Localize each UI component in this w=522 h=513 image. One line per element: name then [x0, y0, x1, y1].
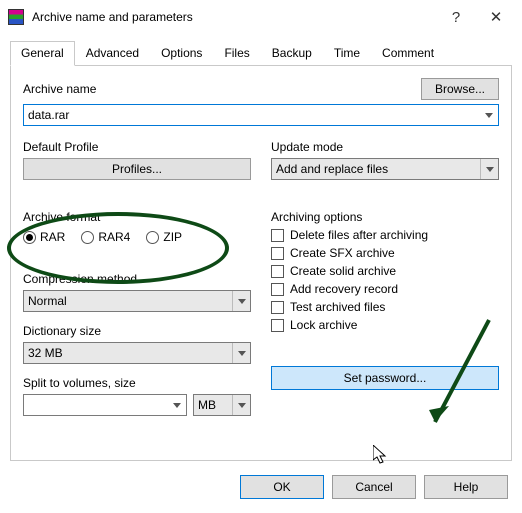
chevron-down-icon[interactable] — [232, 291, 250, 311]
window-title: Archive name and parameters — [32, 10, 436, 24]
radio-icon — [23, 231, 36, 244]
set-password-button[interactable]: Set password... — [271, 366, 499, 390]
chevron-down-icon[interactable] — [232, 395, 250, 415]
tab-general[interactable]: General — [10, 41, 75, 66]
checkbox-icon — [271, 265, 284, 278]
dialog-window: Archive name and parameters ? ✕ General … — [0, 0, 522, 513]
compression-method-select[interactable] — [23, 290, 251, 312]
radio-icon — [146, 231, 159, 244]
right-column: Update mode Archiving options Delete fil… — [271, 140, 499, 416]
tab-panel-general: Archive name Browse... Default Profile P… — [10, 66, 512, 461]
update-mode-section: Update mode — [271, 140, 499, 180]
dictionary-size-value[interactable] — [23, 342, 251, 364]
ok-button[interactable]: OK — [240, 475, 324, 499]
close-button[interactable]: ✕ — [476, 3, 516, 31]
checkbox-label: Delete files after archiving — [290, 228, 428, 242]
split-volumes-label: Split to volumes, size — [23, 376, 251, 390]
split-volumes-unit-select[interactable] — [193, 394, 251, 416]
split-volumes-section: Split to volumes, size — [23, 376, 251, 416]
checkbox-lock-archive[interactable]: Lock archive — [271, 318, 499, 332]
radio-label: RAR4 — [98, 230, 130, 244]
tab-strip: General Advanced Options Files Backup Ti… — [10, 40, 512, 66]
update-mode-label: Update mode — [271, 140, 499, 154]
archive-format-radio-group: RAR RAR4 ZIP — [23, 230, 251, 244]
radio-icon — [81, 231, 94, 244]
archive-format-section: Archive format RAR RAR4 ZIP — [23, 210, 251, 244]
chevron-down-icon[interactable] — [168, 395, 186, 415]
chevron-down-icon[interactable] — [480, 105, 498, 125]
tab-comment[interactable]: Comment — [371, 41, 445, 66]
archive-name-label: Archive name — [23, 82, 413, 96]
tab-files[interactable]: Files — [213, 41, 260, 66]
chevron-down-icon[interactable] — [232, 343, 250, 363]
archive-format-label: Archive format — [23, 210, 251, 224]
browse-button[interactable]: Browse... — [421, 78, 499, 100]
radio-rar4[interactable]: RAR4 — [81, 230, 130, 244]
dictionary-size-select[interactable] — [23, 342, 251, 364]
set-password-section: Set password... — [271, 366, 499, 390]
archiving-options-section: Archiving options Delete files after arc… — [271, 210, 499, 332]
update-mode-select[interactable] — [271, 158, 499, 180]
dictionary-size-label: Dictionary size — [23, 324, 251, 338]
radio-label: ZIP — [163, 230, 182, 244]
tab-backup[interactable]: Backup — [261, 41, 323, 66]
tab-advanced[interactable]: Advanced — [75, 41, 150, 66]
checkbox-icon — [271, 229, 284, 242]
default-profile-label: Default Profile — [23, 140, 251, 154]
help-button-footer[interactable]: Help — [424, 475, 508, 499]
compression-method-value[interactable] — [23, 290, 251, 312]
dictionary-size-section: Dictionary size — [23, 324, 251, 364]
compression-method-label: Compression method — [23, 272, 251, 286]
archiving-options-label: Archiving options — [271, 210, 499, 224]
checkbox-delete-after-archiving[interactable]: Delete files after archiving — [271, 228, 499, 242]
compression-method-section: Compression method — [23, 272, 251, 312]
dialog-footer: OK Cancel Help — [0, 467, 522, 513]
left-column: Default Profile Profiles... Archive form… — [23, 140, 251, 416]
tab-options[interactable]: Options — [150, 41, 213, 66]
app-icon — [8, 9, 24, 25]
radio-rar[interactable]: RAR — [23, 230, 65, 244]
chevron-down-icon[interactable] — [480, 159, 498, 179]
archive-name-combo[interactable] — [23, 104, 499, 126]
titlebar: Archive name and parameters ? ✕ — [0, 0, 522, 34]
checkbox-test-archived[interactable]: Test archived files — [271, 300, 499, 314]
checkbox-create-sfx[interactable]: Create SFX archive — [271, 246, 499, 260]
checkbox-icon — [271, 247, 284, 260]
checkbox-label: Create solid archive — [290, 264, 396, 278]
default-profile-section: Default Profile Profiles... — [23, 140, 251, 180]
checkbox-icon — [271, 319, 284, 332]
split-volumes-combo[interactable] — [23, 394, 187, 416]
radio-label: RAR — [40, 230, 65, 244]
checkbox-icon — [271, 301, 284, 314]
archive-name-input[interactable] — [23, 104, 499, 126]
checkbox-label: Add recovery record — [290, 282, 398, 296]
checkbox-label: Lock archive — [290, 318, 357, 332]
update-mode-value[interactable] — [271, 158, 499, 180]
help-button[interactable]: ? — [436, 3, 476, 31]
tab-time[interactable]: Time — [323, 41, 371, 66]
profiles-button[interactable]: Profiles... — [23, 158, 251, 180]
split-volumes-input[interactable] — [23, 394, 187, 416]
cancel-button[interactable]: Cancel — [332, 475, 416, 499]
checkbox-label: Create SFX archive — [290, 246, 395, 260]
checkbox-label: Test archived files — [290, 300, 385, 314]
checkbox-create-solid[interactable]: Create solid archive — [271, 264, 499, 278]
cursor-icon — [373, 445, 389, 465]
radio-zip[interactable]: ZIP — [146, 230, 182, 244]
checkbox-add-recovery[interactable]: Add recovery record — [271, 282, 499, 296]
archive-name-row: Archive name Browse... — [23, 78, 499, 100]
checkbox-icon — [271, 283, 284, 296]
